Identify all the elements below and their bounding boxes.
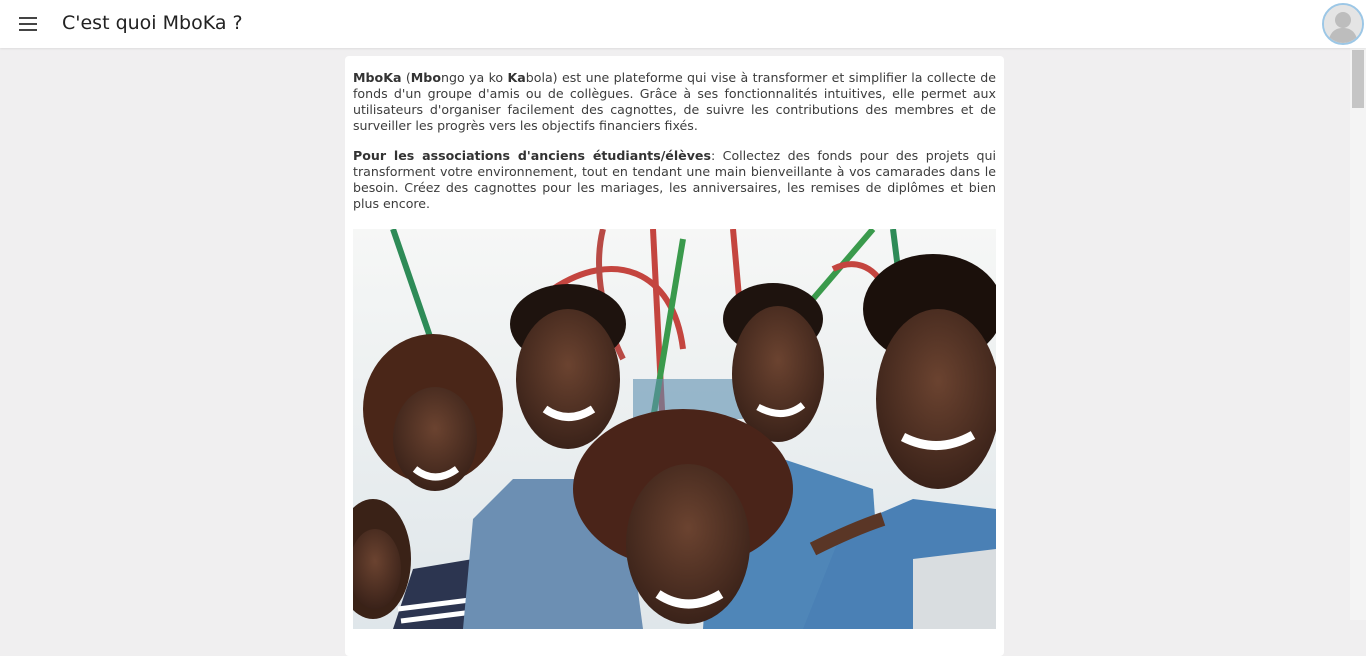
user-avatar-icon[interactable] — [1322, 3, 1364, 45]
intro-bold-part: Ka — [507, 70, 526, 85]
content-card: MboKa (Mbongo ya ko Kabola) est une plat… — [345, 56, 1004, 656]
intro-paragraph: MboKa (Mbongo ya ko Kabola) est une plat… — [353, 70, 996, 134]
intro-text-part: ngo ya ko — [440, 70, 508, 85]
scrollbar-track[interactable] — [1350, 48, 1366, 620]
brand-name: MboKa — [353, 70, 402, 85]
associations-heading: Pour les associations d'anciens étudiant… — [353, 148, 711, 163]
photo-illustration — [353, 229, 996, 629]
intro-text-part: ( — [401, 70, 411, 85]
scrollbar-thumb[interactable] — [1352, 50, 1364, 108]
associations-paragraph: Pour les associations d'anciens étudiant… — [353, 148, 996, 212]
top-app-bar: C'est quoi MboKa ? — [0, 0, 1366, 48]
menu-icon[interactable] — [14, 10, 42, 38]
article-text: MboKa (Mbongo ya ko Kabola) est une plat… — [353, 70, 996, 226]
group-of-smiling-friends-photo — [353, 229, 996, 629]
page-title: C'est quoi MboKa ? — [62, 12, 243, 34]
intro-bold-part: Mbo — [410, 70, 441, 85]
